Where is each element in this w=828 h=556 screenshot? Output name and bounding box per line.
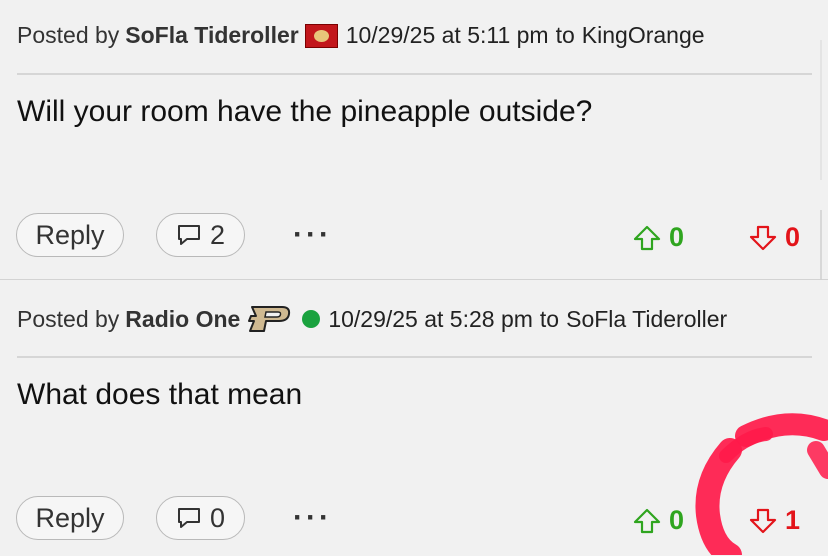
post-timestamp: 10/29/25 at 5:11 pm (345, 22, 549, 48)
more-options-button[interactable]: ··· (293, 218, 332, 252)
divider (17, 73, 812, 75)
upvote-button[interactable]: 0 (633, 505, 684, 536)
recipient-link[interactable]: SoFla Tideroller (566, 306, 727, 333)
post-body: Will your room have the pineapple outsid… (17, 95, 593, 128)
arrow-up-icon (633, 225, 661, 250)
speech-bubble-icon (177, 508, 200, 528)
post-meta: Posted by SoFla Tideroller 10/29/25 at 5… (17, 22, 705, 49)
author-link[interactable]: Radio One (125, 306, 240, 333)
downvote-count: 0 (785, 222, 801, 252)
red-circle-annotation (695, 413, 828, 555)
comments-button[interactable]: 0 (156, 496, 245, 540)
upvote-button[interactable]: 0 (633, 222, 684, 253)
more-options-button[interactable]: ··· (293, 501, 332, 535)
alabama-flag-icon (304, 23, 338, 48)
reply-button[interactable]: Reply (16, 496, 124, 540)
speech-bubble-icon (177, 225, 200, 245)
reply-button[interactable]: Reply (16, 213, 124, 257)
comments-button[interactable]: 2 (156, 213, 245, 257)
online-dot-icon (302, 310, 321, 328)
divider (17, 356, 812, 358)
comment-count: 0 (209, 502, 226, 533)
posted-by-label: Posted by (17, 305, 120, 332)
author-link[interactable]: SoFla Tideroller (125, 22, 298, 49)
downvote-button[interactable]: 0 (749, 222, 800, 253)
comment-count: 2 (209, 219, 226, 250)
post-timestamp: 10/29/25 at 5:28 pm (328, 305, 533, 332)
arrow-down-icon (749, 225, 777, 250)
post-body: What does that mean (17, 378, 303, 411)
posted-by-label: Posted by (17, 22, 120, 48)
to-label: to (555, 22, 575, 48)
recipient-link[interactable]: KingOrange (582, 22, 705, 49)
purdue-p-logo-icon (248, 306, 291, 332)
post-meta: Posted by Radio One 10/29/25 at 5:28 pm … (17, 305, 727, 333)
upvote-count: 0 (669, 505, 685, 535)
upvote-count: 0 (669, 222, 685, 252)
arrow-up-icon (633, 508, 661, 533)
to-label: to (539, 305, 560, 332)
